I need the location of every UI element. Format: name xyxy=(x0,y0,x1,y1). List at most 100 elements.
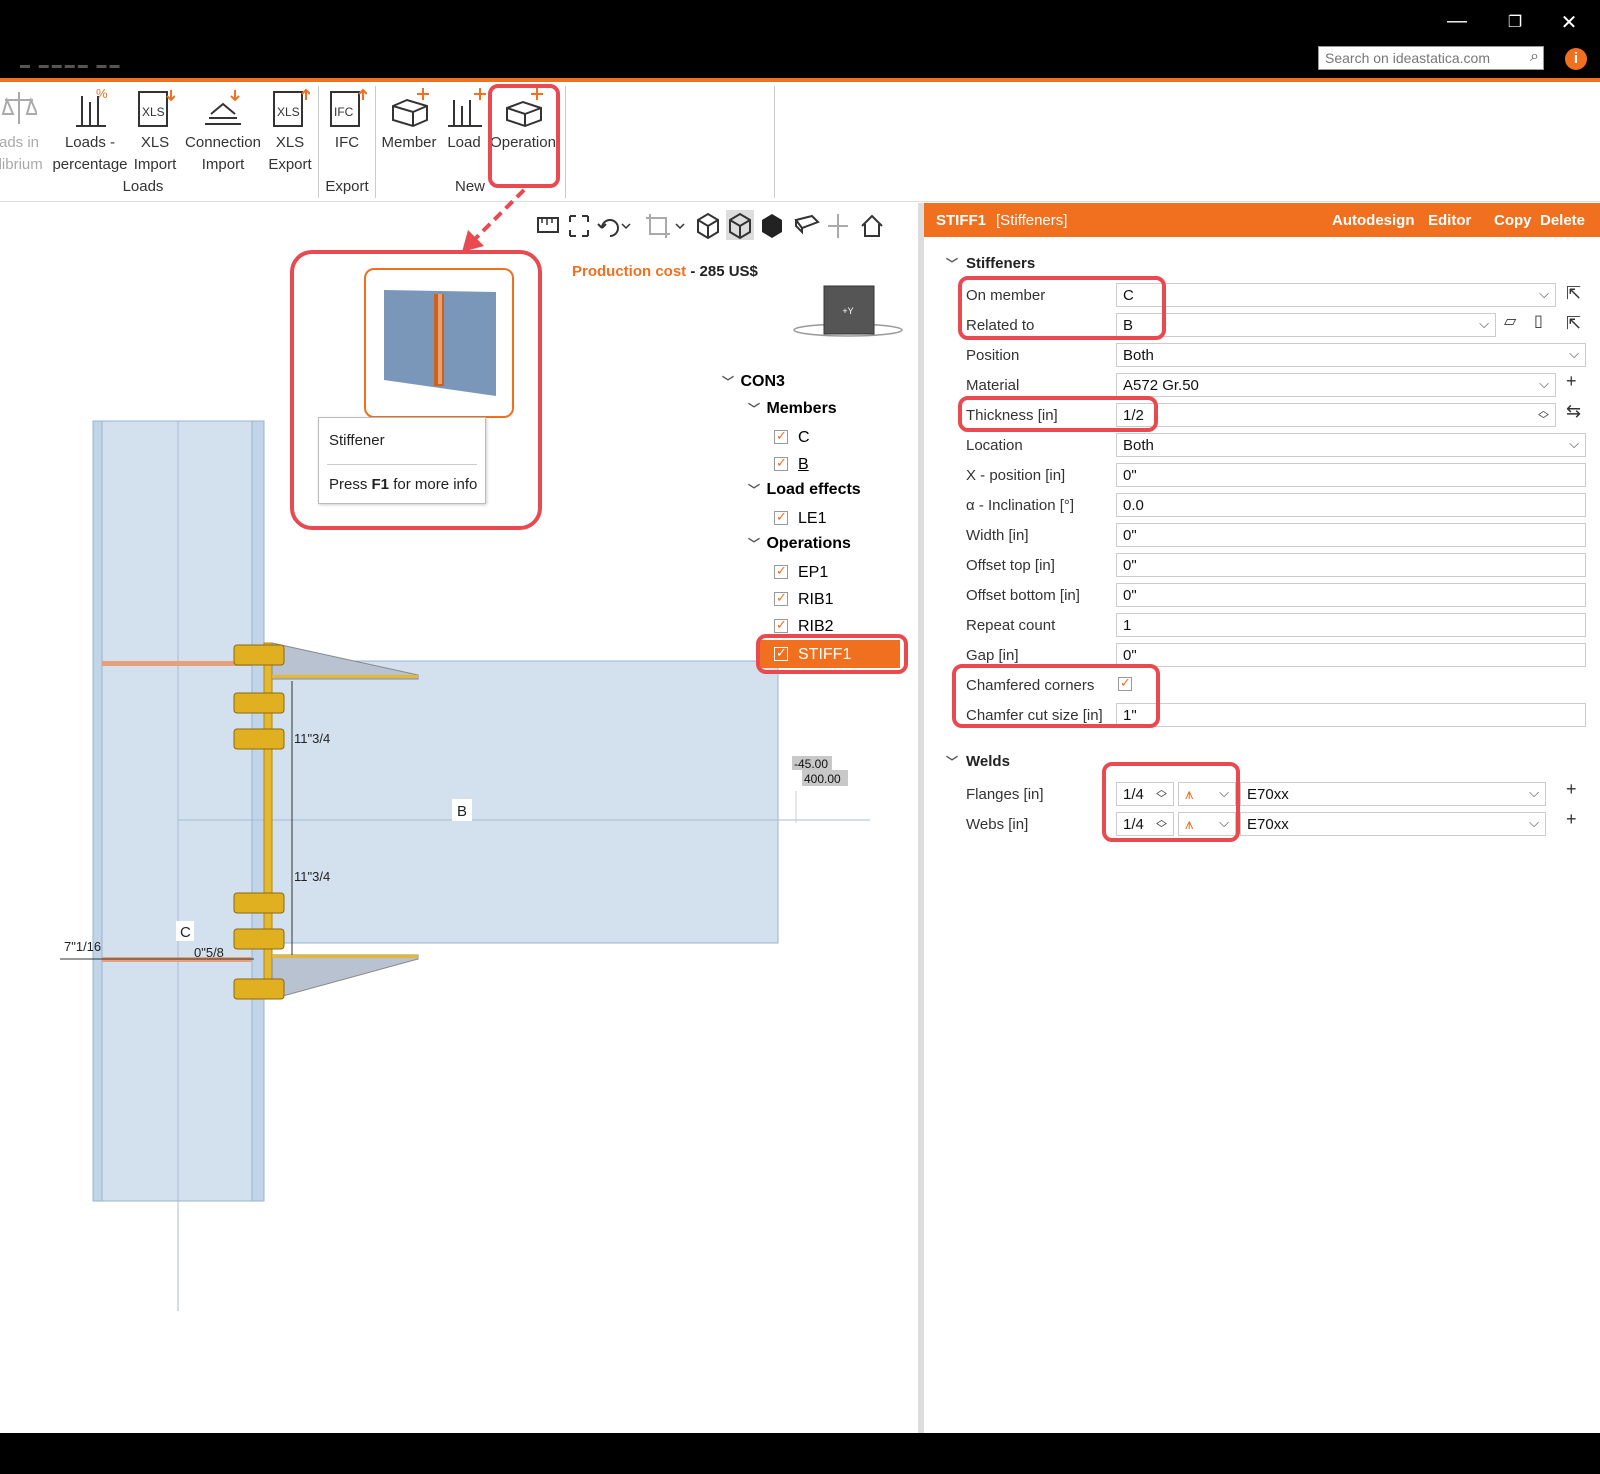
loads-in-equilibrium-button[interactable]: ads in ilibrium xyxy=(0,86,44,176)
location-select[interactable]: Both ⌵ xyxy=(1116,433,1586,457)
rib-bottom[interactable] xyxy=(271,954,419,1000)
tree-node-members[interactable]: ﹀ Members xyxy=(748,400,837,418)
close-icon[interactable]: ✕ xyxy=(1554,10,1584,35)
copy-button[interactable]: Copy xyxy=(1494,212,1532,229)
connection-import-button[interactable]: Connection Import xyxy=(182,86,264,176)
new-operation-button[interactable]: Operation xyxy=(490,86,556,154)
swap-icon[interactable]: ⇆ xyxy=(1566,401,1581,422)
tree-item-rib2[interactable]: RIB2 xyxy=(774,617,834,636)
checkbox[interactable] xyxy=(1118,675,1132,691)
panel-header: STIFF1 [Stiffeners] Autodesign Editor Cop… xyxy=(924,203,1600,237)
chevron-down-icon[interactable]: ⌵ xyxy=(1569,346,1579,362)
search-input[interactable]: Search on ideastatica.com ⌕ xyxy=(1318,46,1544,70)
restore-icon[interactable]: ❐ xyxy=(1500,12,1530,32)
tree-item-ep1[interactable]: EP1 xyxy=(774,563,828,582)
chevron-down-icon[interactable]: ⌵ xyxy=(1539,376,1549,392)
search-icon[interactable]: ⌕ xyxy=(1530,48,1539,66)
checkbox[interactable] xyxy=(774,590,788,606)
new-load-button[interactable]: Load xyxy=(444,86,486,154)
on-member-label: On member xyxy=(966,287,1046,304)
chevron-down-icon[interactable]: ﹀ xyxy=(748,400,762,417)
checkbox[interactable] xyxy=(774,617,788,633)
tree-item-stiff1-selected[interactable]: STIFF1 xyxy=(760,640,900,668)
weld-flanges-material-select[interactable]: E70xx ⌵ xyxy=(1240,782,1546,806)
chevron-down-icon[interactable]: ⌵ xyxy=(1219,815,1229,831)
weld-webs-type-select[interactable]: ⩚ ⌵ xyxy=(1178,812,1236,836)
checkbox[interactable] xyxy=(774,455,788,471)
related-to-select[interactable]: B ⌵ xyxy=(1116,313,1496,337)
section-view-icon[interactable]: ▯ xyxy=(1534,311,1543,331)
chevron-down-icon[interactable]: ⌵ xyxy=(1569,436,1579,452)
material-select[interactable]: A572 Gr.50 ⌵ xyxy=(1116,373,1556,397)
operation-icon xyxy=(506,88,543,128)
repeat-count-input[interactable]: 1 xyxy=(1116,613,1586,637)
xls-import-button[interactable]: XLS XLS Import xyxy=(132,86,178,176)
member-label-b[interactable]: B xyxy=(457,803,467,820)
tree-root[interactable]: ﹀ CON3 xyxy=(722,373,785,391)
tree-item-member-c[interactable]: C xyxy=(774,428,810,447)
tree-item-member-b[interactable]: B xyxy=(774,455,809,474)
chamfered-corners-checkbox[interactable] xyxy=(1118,675,1142,694)
add-icon[interactable]: + xyxy=(1566,809,1577,830)
stepper-arrows-icon[interactable]: ︿ ﹀ xyxy=(1156,815,1167,835)
inclination-input[interactable]: 0.0 xyxy=(1116,493,1586,517)
thickness-stepper[interactable]: 1/2 ︿ ﹀ xyxy=(1116,403,1556,427)
chevron-down-icon[interactable]: ﹀ xyxy=(722,373,736,390)
weld-flanges-type-select[interactable]: ⩚ ⌵ xyxy=(1178,782,1236,806)
stiffeners-section-header[interactable]: ﹀ Stiffeners xyxy=(946,255,1035,272)
checkbox[interactable] xyxy=(774,509,788,525)
chamfer-cut-size-input[interactable]: 1" xyxy=(1116,703,1586,727)
chevron-down-icon[interactable]: ﹀ xyxy=(946,257,958,271)
tree-node-operations[interactable]: ﹀ Operations xyxy=(748,535,851,553)
checkbox[interactable] xyxy=(774,645,788,661)
chevron-down-icon[interactable]: ﹀ xyxy=(946,755,958,769)
member-label-c[interactable]: C xyxy=(180,924,191,941)
editor-button[interactable]: Editor xyxy=(1428,212,1471,229)
add-icon[interactable]: + xyxy=(1566,779,1577,800)
pick-cursor-icon[interactable]: ⇱ xyxy=(1566,313,1581,334)
plate-icon[interactable]: ▱ xyxy=(1504,311,1516,331)
beam-b[interactable] xyxy=(269,660,779,944)
chevron-down-icon[interactable]: ﹀ xyxy=(748,535,762,552)
loads-percentage-button[interactable]: % Loads - percentage xyxy=(52,86,128,176)
new-member-button[interactable]: Member xyxy=(378,86,440,154)
add-icon[interactable]: + xyxy=(1566,371,1577,392)
minimize-icon[interactable]: — xyxy=(1442,10,1472,33)
offset-top-input[interactable]: 0" xyxy=(1116,553,1586,577)
info-icon[interactable]: i xyxy=(1565,48,1587,70)
stepper-arrows-icon[interactable]: ︿ ﹀ xyxy=(1538,406,1549,426)
welds-section-header[interactable]: ﹀ Welds xyxy=(946,753,1010,770)
width-input[interactable]: 0" xyxy=(1116,523,1586,547)
loads-in-eq-label-2: ilibrium xyxy=(0,156,43,173)
weld-flanges-size-stepper[interactable]: 1/4 ︿ ﹀ xyxy=(1116,782,1174,806)
chevron-down-icon[interactable]: ⌵ xyxy=(1219,785,1229,801)
autodesign-button[interactable]: Autodesign xyxy=(1332,212,1415,229)
position-select[interactable]: Both ⌵ xyxy=(1116,343,1586,367)
chevron-down-icon[interactable]: ⌵ xyxy=(1529,815,1539,831)
chevron-down-icon[interactable]: ⌵ xyxy=(1539,286,1549,302)
xls-export-button[interactable]: XLS XLS Export xyxy=(266,86,314,176)
tree-item-stiff1[interactable]: STIFF1 xyxy=(774,645,851,664)
pick-cursor-icon[interactable]: ⇱ xyxy=(1566,283,1581,304)
tree-item-le1[interactable]: LE1 xyxy=(774,509,826,528)
gap-input[interactable]: 0" xyxy=(1116,643,1586,667)
position-value: Both xyxy=(1123,347,1154,364)
dimension-label: 7"1/16 xyxy=(64,939,101,954)
tree-node-load-effects[interactable]: ﹀ Load effects xyxy=(748,481,861,499)
chevron-down-icon[interactable]: ﹀ xyxy=(748,481,762,498)
offset-bottom-input[interactable]: 0" xyxy=(1116,583,1586,607)
x-position-input[interactable]: 0" xyxy=(1116,463,1586,487)
checkbox[interactable] xyxy=(774,428,788,444)
weld-webs-material-select[interactable]: E70xx ⌵ xyxy=(1240,812,1546,836)
chevron-down-icon[interactable]: ⌵ xyxy=(1529,785,1539,801)
ifc-button[interactable]: IFC IFC xyxy=(322,86,372,154)
checkbox[interactable] xyxy=(774,563,788,579)
chevron-down-icon[interactable]: ⌵ xyxy=(1479,316,1489,332)
tree-item-rib1[interactable]: RIB1 xyxy=(774,590,834,609)
delete-button[interactable]: Delete xyxy=(1540,212,1585,229)
stepper-arrows-icon[interactable]: ︿ ﹀ xyxy=(1156,785,1167,805)
on-member-select[interactable]: C ⌵ xyxy=(1116,283,1556,307)
material-value: A572 Gr.50 xyxy=(1123,377,1199,394)
tooltip-hint: Press F1 for more info xyxy=(329,476,477,493)
weld-webs-size-stepper[interactable]: 1/4 ︿ ﹀ xyxy=(1116,812,1174,836)
